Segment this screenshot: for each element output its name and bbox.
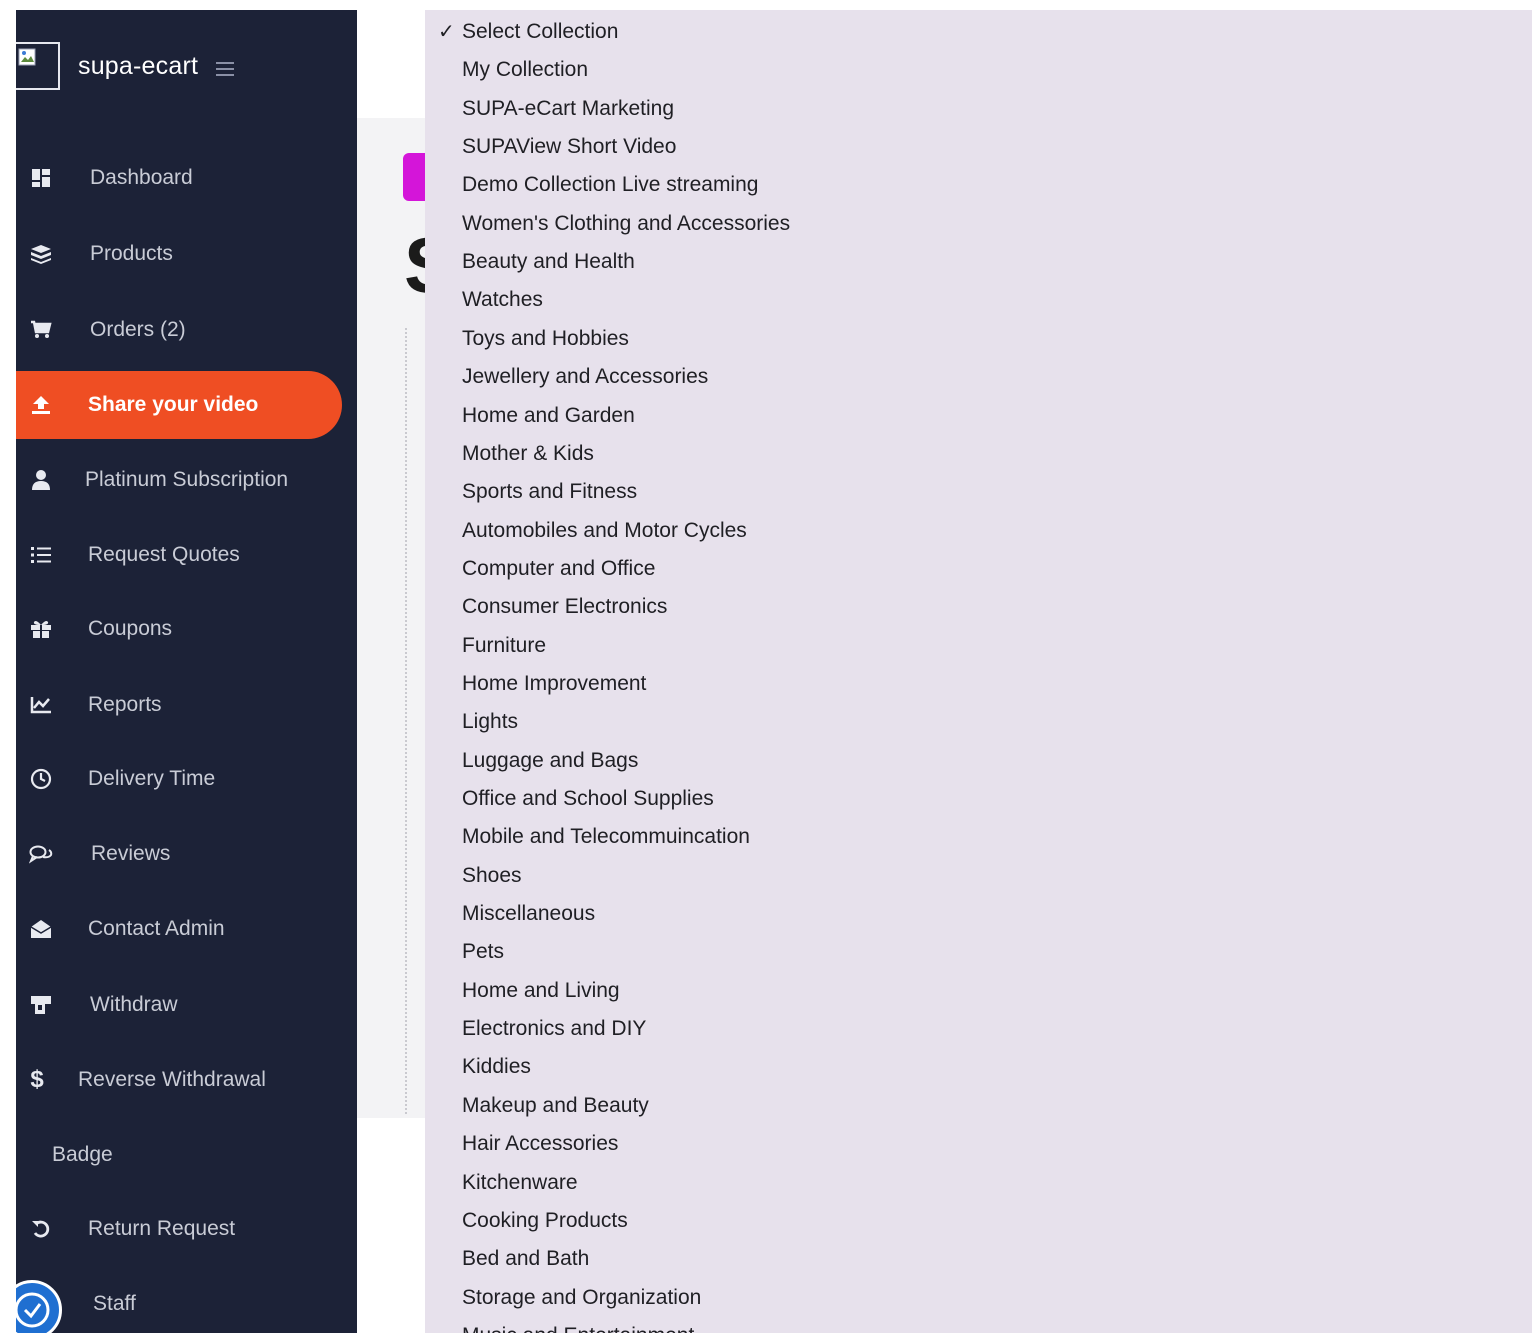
collection-option[interactable]: Beauty and Health: [462, 249, 635, 275]
sidebar-item-label: Delivery Time: [88, 767, 216, 790]
collection-option[interactable]: Makeup and Beauty: [462, 1093, 649, 1119]
collection-option[interactable]: Electronics and DIY: [462, 1016, 646, 1042]
collection-option[interactable]: Furniture: [462, 633, 546, 659]
collection-option[interactable]: Women's Clothing and Accessories: [462, 211, 790, 237]
collection-option[interactable]: Computer and Office: [462, 556, 655, 582]
sidebar-item-staff[interactable]: Staff: [16, 1274, 357, 1333]
sidebar-item-label: Badge: [52, 1143, 113, 1166]
hamburger-menu-icon[interactable]: [216, 62, 235, 76]
sidebar-item-label: Coupons: [88, 617, 173, 640]
dollar-icon: $: [30, 1066, 44, 1093]
collection-option[interactable]: SUPAView Short Video: [462, 134, 676, 160]
user-icon: [28, 467, 54, 493]
sidebar-item-label: Return Request: [88, 1217, 236, 1240]
selected-check-icon: ✓: [438, 21, 455, 43]
cube-icon: [28, 241, 54, 267]
cart-icon: [28, 317, 54, 343]
collection-option[interactable]: Toys and Hobbies: [462, 326, 629, 352]
sidebar-item-label: Share your video: [88, 393, 259, 416]
gift-icon: [28, 616, 54, 642]
sidebar-item-share-video[interactable]: Share your video: [16, 371, 342, 439]
sidebar-item-label: Staff: [93, 1292, 136, 1315]
collection-option[interactable]: Kiddies: [462, 1054, 531, 1080]
collection-option[interactable]: Sports and Fitness: [462, 479, 637, 505]
clock-icon: [28, 766, 54, 792]
sidebar-item-contact-admin[interactable]: Contact Admin: [16, 899, 357, 959]
sidebar-item-reports[interactable]: Reports: [16, 675, 357, 735]
brand-name[interactable]: supa-ecart: [78, 52, 198, 81]
sidebar-item-badge[interactable]: Badge: [16, 1125, 357, 1185]
sidebar-item-label: Withdraw: [90, 993, 178, 1016]
sidebar-item-label: Request Quotes: [88, 543, 240, 566]
collection-option[interactable]: Luggage and Bags: [462, 748, 638, 774]
withdraw-icon: [28, 992, 54, 1018]
collection-dropdown-list[interactable]: ✓ Select Collection My Collection SUPA-eCa…: [425, 10, 1532, 1333]
chart-icon: [28, 692, 54, 718]
sidebar-item-label: Reports: [88, 693, 162, 716]
sidebar-item-platinum-subscription[interactable]: Platinum Subscription: [16, 450, 357, 510]
dashboard-icon: [28, 165, 54, 191]
collection-option[interactable]: Watches: [462, 287, 543, 313]
sidebar-item-label: Orders (2): [90, 318, 186, 341]
collection-option[interactable]: Select Collection: [462, 19, 618, 45]
upload-icon: [28, 392, 54, 418]
collection-option[interactable]: Lights: [462, 709, 518, 735]
collection-option[interactable]: Hair Accessories: [462, 1131, 618, 1157]
sidebar-item-reverse-withdrawal[interactable]: $ Reverse Withdrawal: [16, 1050, 357, 1110]
sidebar-item-coupons[interactable]: Coupons: [16, 599, 357, 659]
sidebar-item-reviews[interactable]: Reviews: [16, 824, 357, 884]
brand-logo-broken-image[interactable]: [16, 42, 60, 90]
collection-option[interactable]: Kitchenware: [462, 1170, 578, 1196]
sidebar-item-delivery-time[interactable]: Delivery Time: [16, 749, 357, 809]
sidebar-item-label: Products: [90, 242, 173, 265]
collection-option[interactable]: Miscellaneous: [462, 901, 595, 927]
sidebar-item-label: Reviews: [91, 842, 171, 865]
collection-option[interactable]: Home Improvement: [462, 671, 646, 697]
sidebar: supa-ecart Dashboard Products Orders (2): [16, 10, 357, 1333]
upload-dropzone-border: [405, 328, 407, 1114]
collection-option[interactable]: Storage and Organization: [462, 1285, 701, 1311]
sidebar-item-label: Reverse Withdrawal: [78, 1068, 266, 1091]
list-icon: [28, 542, 54, 568]
collection-option[interactable]: Demo Collection Live streaming: [462, 172, 758, 198]
collection-option[interactable]: Shoes: [462, 863, 522, 889]
sidebar-item-products[interactable]: Products: [16, 224, 357, 284]
collection-option[interactable]: Pets: [462, 939, 504, 965]
collection-option[interactable]: Office and School Supplies: [462, 786, 714, 812]
collection-option[interactable]: Music and Entertainment: [462, 1323, 694, 1333]
collection-option[interactable]: Automobiles and Motor Cycles: [462, 518, 747, 544]
collection-option[interactable]: SUPA-eCart Marketing: [462, 96, 674, 122]
collection-option[interactable]: My Collection: [462, 57, 588, 83]
sidebar-item-request-quotes[interactable]: Request Quotes: [16, 525, 357, 585]
collection-option[interactable]: Cooking Products: [462, 1208, 628, 1234]
collection-option[interactable]: Consumer Electronics: [462, 594, 667, 620]
sidebar-item-withdraw[interactable]: Withdraw: [16, 975, 357, 1035]
check-badge-icon: [16, 1292, 50, 1328]
brand: supa-ecart: [16, 40, 235, 92]
envelope-open-icon: [28, 916, 54, 942]
collection-option[interactable]: Mobile and Telecommuincation: [462, 824, 750, 850]
broken-image-icon: [18, 48, 36, 66]
sidebar-item-label: Platinum Subscription: [85, 468, 289, 491]
sidebar-item-label: Contact Admin: [88, 917, 225, 940]
page: S supa-ecart Dashboard: [0, 0, 1532, 1333]
sidebar-item-orders[interactable]: Orders (2): [16, 300, 357, 360]
sidebar-item-label: Dashboard: [90, 166, 193, 189]
undo-icon: [28, 1216, 54, 1242]
support-chat-avatar[interactable]: [16, 1280, 62, 1333]
sidebar-item-return-request[interactable]: Return Request: [16, 1199, 357, 1259]
collection-option[interactable]: Bed and Bath: [462, 1246, 589, 1272]
collection-option[interactable]: Home and Garden: [462, 403, 635, 429]
sidebar-item-dashboard[interactable]: Dashboard: [16, 148, 357, 208]
collection-option[interactable]: Mother & Kids: [462, 441, 594, 467]
collection-option[interactable]: Home and Living: [462, 978, 620, 1004]
collection-option[interactable]: Jewellery and Accessories: [462, 364, 708, 390]
comments-icon: [28, 841, 54, 867]
